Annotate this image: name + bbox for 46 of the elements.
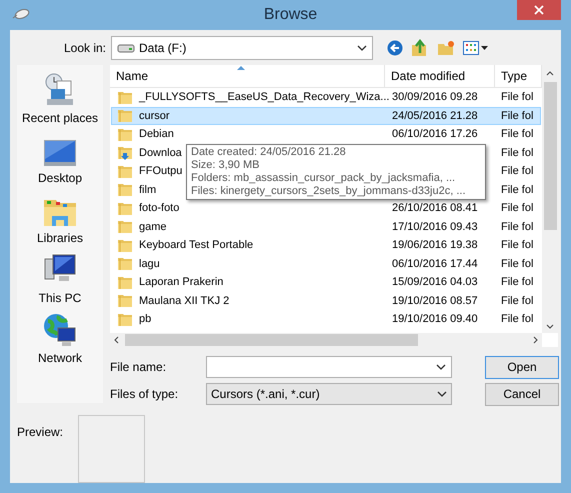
name-cell-text: _FULLYSOFTS__EaseUS_Data_Recovery_Wiza... bbox=[139, 90, 390, 105]
preview-label: Preview: bbox=[17, 424, 64, 441]
type-cell: File fol bbox=[501, 146, 534, 158]
name-cell-text: Downloa bbox=[139, 146, 182, 160]
type-cell: File fol bbox=[501, 184, 534, 196]
type-cell: File fol bbox=[501, 91, 534, 103]
look-in-label: Look in: bbox=[62, 40, 107, 57]
tooltip-line: Files: kinergety_cursors_2sets_by_jommans-d33ju2c, ... bbox=[191, 185, 467, 198]
type-cell: File fol bbox=[501, 276, 534, 288]
name-cell-text: film bbox=[139, 182, 156, 198]
name-cell-text: game bbox=[139, 220, 167, 234]
file-name-label: File name: bbox=[110, 359, 168, 376]
type-cell: File fol bbox=[501, 110, 534, 122]
date-cell: 19/10/2016 09.40 bbox=[392, 313, 478, 325]
date-cell: 15/09/2016 04.03 bbox=[392, 276, 478, 288]
name-cell-text: Maulana XII TKJ 2 bbox=[139, 294, 230, 308]
name-cell-text: Laporan Prakerin bbox=[139, 275, 224, 290]
tooltip-line: Date created: 24/05/2016 21.28 bbox=[191, 146, 347, 159]
window-title: Browse bbox=[264, 5, 318, 25]
type-cell: File fol bbox=[501, 239, 534, 251]
name-cell-text: Keyboard Test Portable bbox=[139, 238, 254, 253]
type-cell: File fol bbox=[501, 165, 534, 177]
name-cell-text: pb bbox=[139, 312, 152, 327]
date-cell: 17/10/2016 09.43 bbox=[392, 220, 478, 232]
name-cell-text: FFOutpu bbox=[139, 164, 182, 179]
file-type-label: Files of type: bbox=[110, 386, 180, 403]
type-cell: File fol bbox=[501, 258, 534, 270]
look-in-value: Data (F:) bbox=[139, 40, 188, 57]
date-cell: 24/05/2016 21.28 bbox=[392, 110, 478, 122]
type-cell: File fol bbox=[501, 294, 534, 306]
type-cell: File fol bbox=[501, 313, 534, 325]
date-cell: 06/10/2016 17.44 bbox=[392, 258, 478, 270]
date-cell: 19/06/2016 19.38 bbox=[392, 239, 478, 251]
type-cell: File fol bbox=[501, 128, 534, 140]
tooltip-line: Size: 3,90 MB bbox=[191, 159, 260, 172]
name-cell-text: foto-foto bbox=[139, 201, 180, 216]
date-cell: 26/10/2016 08.41 bbox=[392, 202, 478, 214]
date-cell: 30/09/2016 09.28 bbox=[392, 91, 478, 103]
type-cell: File fol bbox=[501, 220, 534, 232]
name-cell-text: lagu bbox=[139, 256, 160, 272]
type-cell: File fol bbox=[501, 202, 534, 214]
name-cell-text: Debian bbox=[139, 127, 174, 142]
tooltip-line: Folders: mb_assassin_cursor_pack_by_jacksmafia, ... bbox=[191, 172, 456, 185]
date-cell: 19/10/2016 08.57 bbox=[392, 294, 478, 306]
date-cell: 06/10/2016 17.26 bbox=[392, 128, 478, 140]
name-cell-text: cursor bbox=[139, 108, 170, 124]
